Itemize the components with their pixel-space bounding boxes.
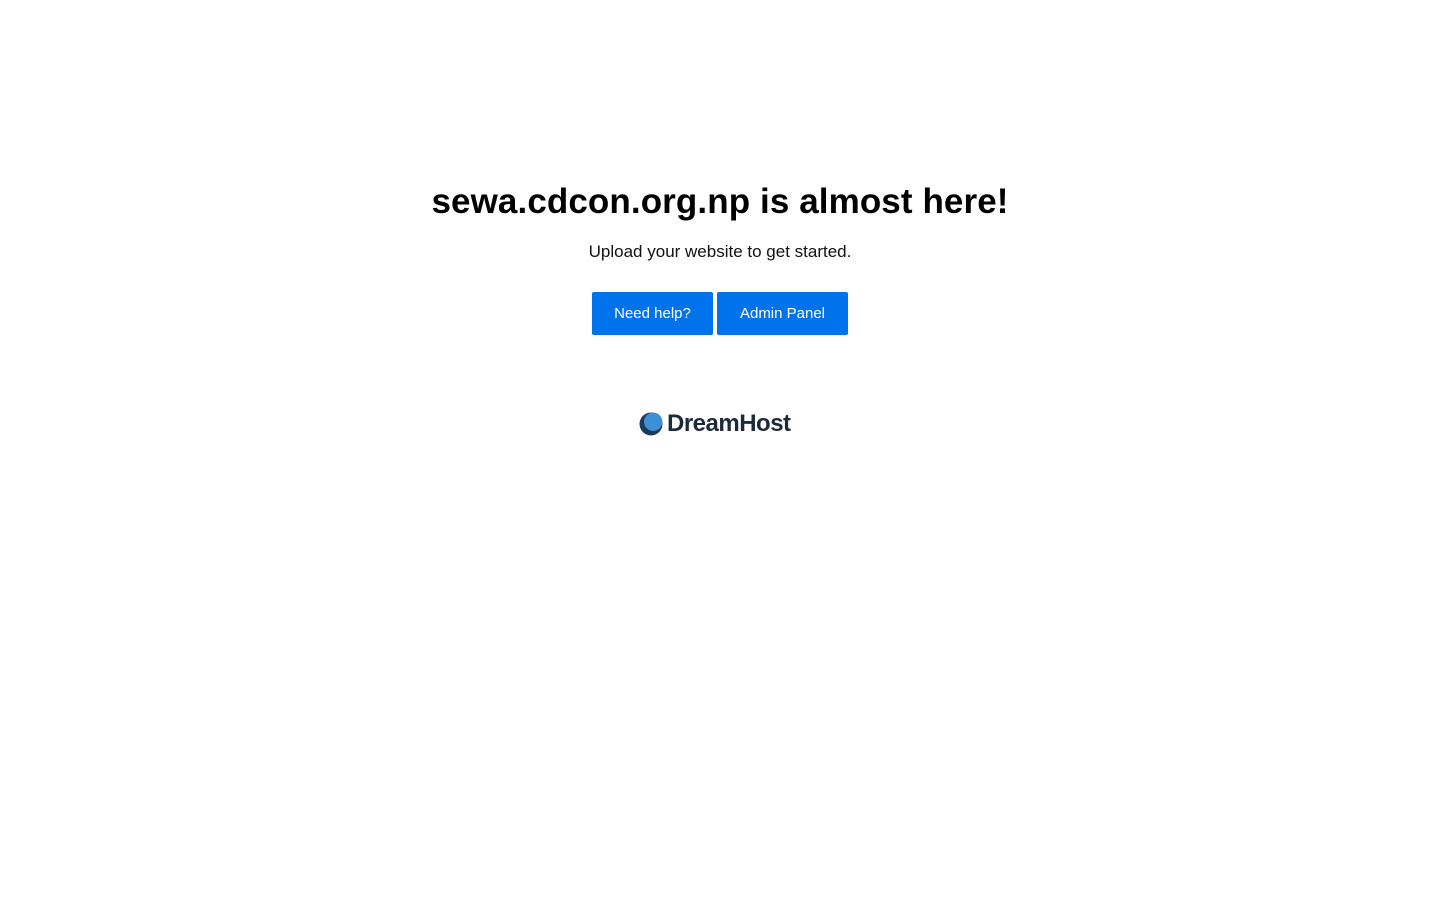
admin-panel-button[interactable]: Admin Panel (717, 292, 848, 335)
dreamhost-logo[interactable]: DreamHost (639, 410, 791, 438)
dreamhost-moon-icon (639, 412, 663, 436)
page-title: sewa.cdcon.org.np is almost here! (431, 182, 1009, 221)
dreamhost-logo-text: DreamHost (667, 410, 791, 437)
action-buttons: Need help? Admin Panel (0, 292, 1440, 335)
need-help-button[interactable]: Need help? (592, 292, 713, 335)
page-subtitle: Upload your website to get started. (588, 242, 852, 261)
